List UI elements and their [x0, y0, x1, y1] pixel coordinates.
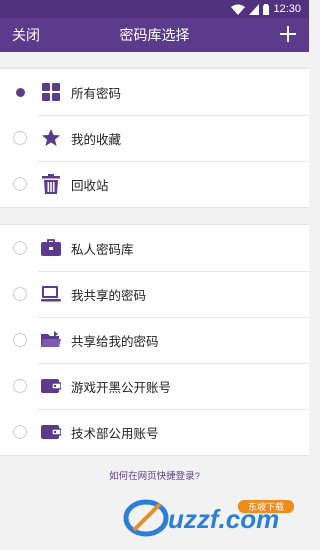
- radio-unselected[interactable]: [13, 131, 27, 145]
- page-title: 密码库选择: [119, 27, 190, 43]
- vault-group-default: 所有密码 我的收藏 回收站: [0, 68, 309, 208]
- vault-label: 共享给我的密码: [71, 334, 159, 349]
- radio-unselected[interactable]: [13, 287, 27, 301]
- app-bar: 关闭 密码库选择: [0, 18, 309, 52]
- briefcase-icon: [41, 238, 61, 258]
- signal-icon: [249, 3, 260, 15]
- vault-item-gaming[interactable]: 游戏开黑公开账号: [0, 363, 309, 409]
- status-bar: 12:30: [0, 0, 309, 18]
- vault-item-favorites[interactable]: 我的收藏: [0, 115, 309, 161]
- star-icon: [41, 128, 61, 148]
- status-time: 12:30: [273, 3, 301, 15]
- radio-unselected[interactable]: [13, 425, 27, 439]
- wifi-icon: [231, 4, 246, 15]
- vault-group-custom: 私人密码库 我共享的密码 共享给我的密码 游戏开黑公开账号 技术部公用账号: [0, 224, 309, 456]
- folder-icon: [41, 330, 61, 350]
- laptop-icon: [41, 284, 61, 304]
- vault-label: 回收站: [71, 178, 109, 193]
- grid-icon: [41, 82, 61, 102]
- vault-item-all[interactable]: 所有密码: [0, 69, 309, 115]
- vault-item-shared-by-me[interactable]: 我共享的密码: [0, 271, 309, 317]
- vault-item-trash[interactable]: 回收站: [0, 161, 309, 207]
- help-link[interactable]: 如何在网页快捷登录?: [0, 468, 309, 482]
- vault-item-shared-with-me[interactable]: 共享给我的密码: [0, 317, 309, 363]
- radio-unselected[interactable]: [13, 241, 27, 255]
- vault-label: 我的收藏: [71, 132, 122, 147]
- vault-item-tech-dept[interactable]: 技术部公用账号: [0, 409, 309, 455]
- add-icon[interactable]: [277, 23, 299, 45]
- radio-unselected[interactable]: [13, 177, 27, 191]
- wallet-icon: [41, 422, 61, 442]
- watermark-logo: uzzf.com 东坡下载: [123, 499, 294, 537]
- trash-icon: [41, 174, 61, 194]
- radio-unselected[interactable]: [13, 333, 27, 347]
- vault-label: 私人密码库: [71, 242, 134, 257]
- wallet-icon: [41, 376, 61, 396]
- battery-icon: [263, 3, 270, 15]
- close-button[interactable]: 关闭: [12, 25, 40, 45]
- vault-label: 游戏开黑公开账号: [71, 380, 172, 395]
- radio-unselected[interactable]: [13, 379, 27, 393]
- radio-selected[interactable]: [13, 85, 27, 99]
- svg-text:东坡下载: 东坡下载: [248, 501, 284, 513]
- vault-label: 技术部公用账号: [71, 426, 159, 441]
- vault-label: 所有密码: [71, 86, 122, 101]
- vault-item-private[interactable]: 私人密码库: [0, 225, 309, 271]
- vault-label: 我共享的密码: [71, 288, 147, 303]
